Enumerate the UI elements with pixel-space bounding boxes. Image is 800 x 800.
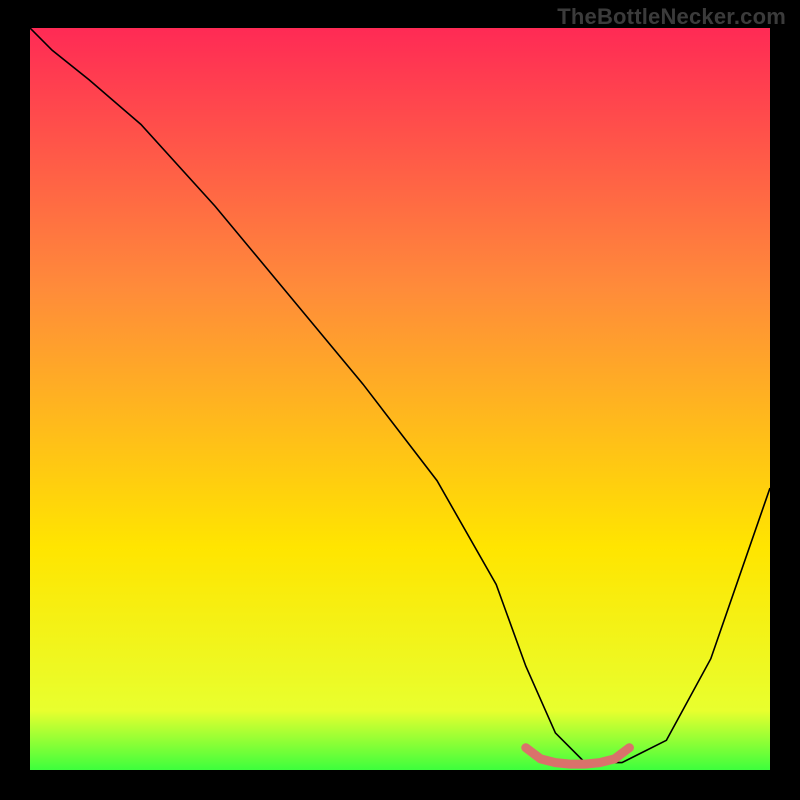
chart-frame: TheBottleNecker.com bbox=[0, 0, 800, 800]
plot-area bbox=[30, 28, 770, 770]
watermark-text: TheBottleNecker.com bbox=[557, 4, 786, 30]
chart-svg bbox=[30, 28, 770, 770]
gradient-background bbox=[30, 28, 770, 770]
